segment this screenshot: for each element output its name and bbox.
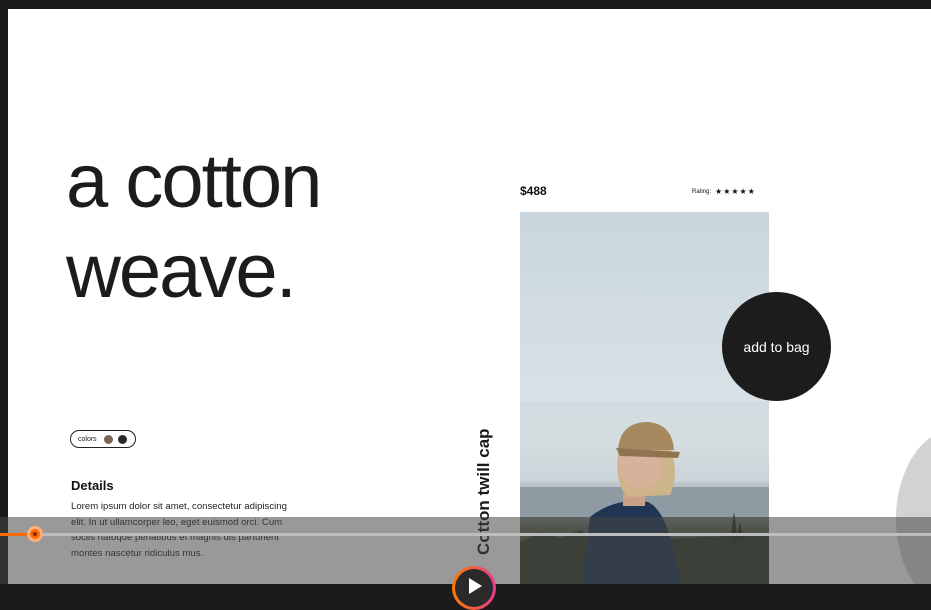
color-selector[interactable]: colors xyxy=(70,430,136,448)
hero-line-1: a cotton xyxy=(66,139,322,224)
details-title: Details xyxy=(71,478,114,493)
product-rating: Rating: ★★★★★ xyxy=(692,187,756,196)
product-page: a cotton weave. colors Details Lorem ips… xyxy=(8,9,931,584)
add-to-bag-button[interactable]: add to bag xyxy=(722,292,831,401)
hero-line-2: weave. xyxy=(66,229,297,314)
color-swatch-brown[interactable] xyxy=(103,434,113,444)
rating-stars: ★★★★★ xyxy=(715,187,756,196)
product-price: $488 xyxy=(520,184,547,198)
colors-label: colors xyxy=(78,435,97,443)
rating-label: Rating: xyxy=(692,188,712,195)
color-swatch-black[interactable] xyxy=(117,434,127,444)
play-button[interactable] xyxy=(452,566,496,610)
progress-scrubber-handle[interactable] xyxy=(27,526,43,542)
play-icon xyxy=(469,578,482,594)
progress-track[interactable] xyxy=(0,533,931,536)
hero-headline: a cotton weave. xyxy=(66,137,322,317)
